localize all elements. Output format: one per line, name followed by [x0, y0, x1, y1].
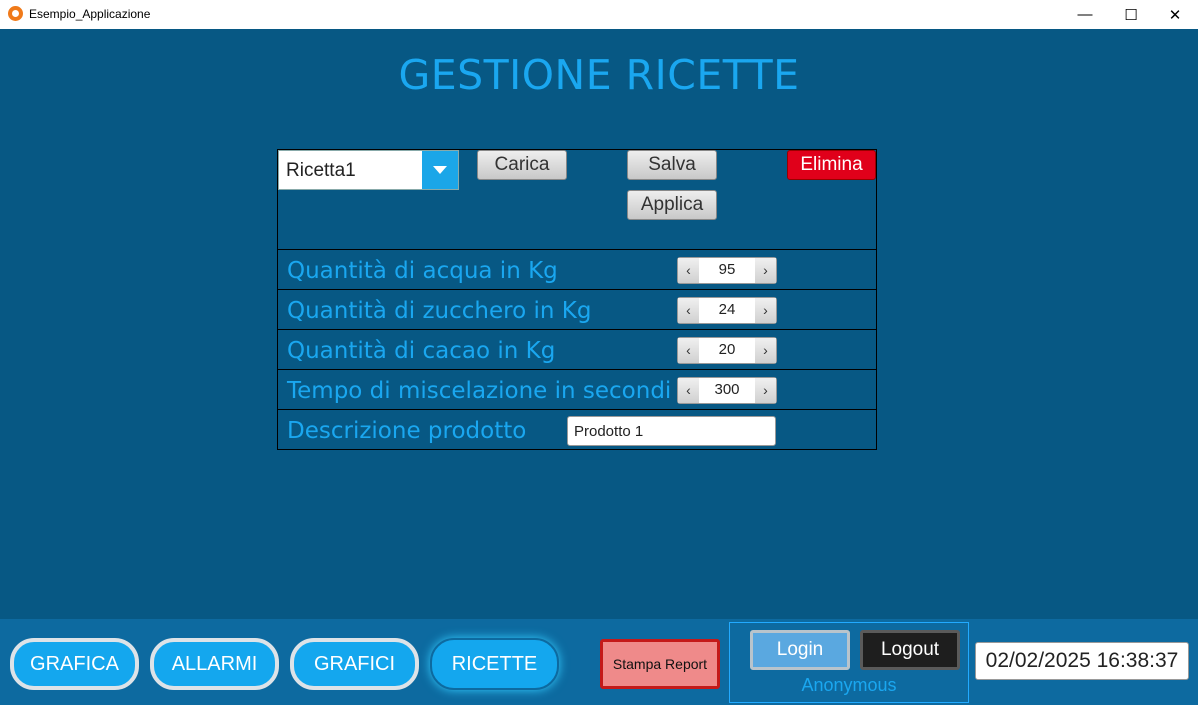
- param-row-sugar: Quantità di zucchero in Kg ‹ 24 ›: [278, 290, 876, 330]
- current-user: Anonymous: [801, 675, 897, 695]
- load-button[interactable]: Carica: [477, 150, 567, 180]
- window-titlebar: Esempio_Applicazione — ☐ ✕: [0, 0, 1198, 29]
- apply-button[interactable]: Applica: [627, 190, 717, 220]
- param-row-cocoa: Quantità di cacao in Kg ‹ 20 ›: [278, 330, 876, 370]
- stepper-value[interactable]: 20: [700, 341, 754, 358]
- recipe-select[interactable]: Ricetta1: [278, 150, 459, 190]
- window-title: Esempio_Applicazione: [29, 7, 151, 21]
- param-row-mixing-time: Tempo di miscelazione in secondi ‹ 300 ›: [278, 370, 876, 410]
- datetime-display: 02/02/2025 16:38:37: [975, 642, 1189, 680]
- param-label: Quantità di acqua in Kg: [287, 258, 558, 284]
- water-stepper[interactable]: ‹ 95 ›: [677, 257, 777, 284]
- decrement-button[interactable]: ‹: [678, 258, 699, 283]
- param-row-description: Descrizione prodotto Prodotto 1: [278, 410, 876, 449]
- logout-button[interactable]: Logout: [860, 630, 960, 670]
- stepper-value[interactable]: 24: [700, 301, 754, 318]
- increment-button[interactable]: ›: [755, 258, 776, 283]
- minimize-button[interactable]: —: [1062, 0, 1108, 29]
- decrement-button[interactable]: ‹: [678, 378, 699, 403]
- mixing-time-stepper[interactable]: ‹ 300 ›: [677, 377, 777, 404]
- cocoa-stepper[interactable]: ‹ 20 ›: [677, 337, 777, 364]
- chevron-down-icon[interactable]: [422, 151, 458, 189]
- delete-button[interactable]: Elimina: [787, 150, 876, 180]
- recipe-controls: Ricetta1 Carica Salva Applica Elimina: [278, 150, 876, 250]
- decrement-button[interactable]: ‹: [678, 298, 699, 323]
- param-label: Tempo di miscelazione in secondi: [287, 378, 672, 404]
- recipe-panel: Ricetta1 Carica Salva Applica Elimina Qu…: [277, 149, 877, 450]
- bottom-bar: GRAFICA ALLARMI GRAFICI RICETTE Stampa R…: [0, 619, 1198, 705]
- description-label: Descrizione prodotto: [287, 418, 527, 444]
- decrement-button[interactable]: ‹: [678, 338, 699, 363]
- save-button[interactable]: Salva: [627, 150, 717, 180]
- login-button[interactable]: Login: [750, 630, 850, 670]
- main-area: GESTIONE RICETTE Ricetta1 Carica Salva A…: [0, 29, 1198, 619]
- nav-ricette[interactable]: RICETTE: [430, 638, 559, 690]
- print-report-button[interactable]: Stampa Report: [600, 639, 720, 689]
- maximize-button[interactable]: ☐: [1108, 0, 1154, 29]
- increment-button[interactable]: ›: [755, 298, 776, 323]
- increment-button[interactable]: ›: [755, 338, 776, 363]
- recipe-select-value: Ricetta1: [286, 160, 356, 181]
- description-field[interactable]: Prodotto 1: [567, 416, 776, 446]
- param-label: Quantità di zucchero in Kg: [287, 298, 592, 324]
- login-panel: Login Logout Anonymous: [729, 622, 969, 703]
- nav-allarmi[interactable]: ALLARMI: [150, 638, 279, 690]
- param-label: Quantità di cacao in Kg: [287, 338, 556, 364]
- page-title: GESTIONE RICETTE: [398, 51, 800, 99]
- description-value: Prodotto 1: [574, 423, 644, 440]
- nav-grafici[interactable]: GRAFICI: [290, 638, 419, 690]
- app-logo-icon: [8, 6, 23, 21]
- close-button[interactable]: ✕: [1152, 0, 1198, 29]
- stepper-value[interactable]: 300: [700, 381, 754, 398]
- nav-grafica[interactable]: GRAFICA: [10, 638, 139, 690]
- param-row-water: Quantità di acqua in Kg ‹ 95 ›: [278, 250, 876, 290]
- increment-button[interactable]: ›: [755, 378, 776, 403]
- sugar-stepper[interactable]: ‹ 24 ›: [677, 297, 777, 324]
- stepper-value[interactable]: 95: [700, 261, 754, 278]
